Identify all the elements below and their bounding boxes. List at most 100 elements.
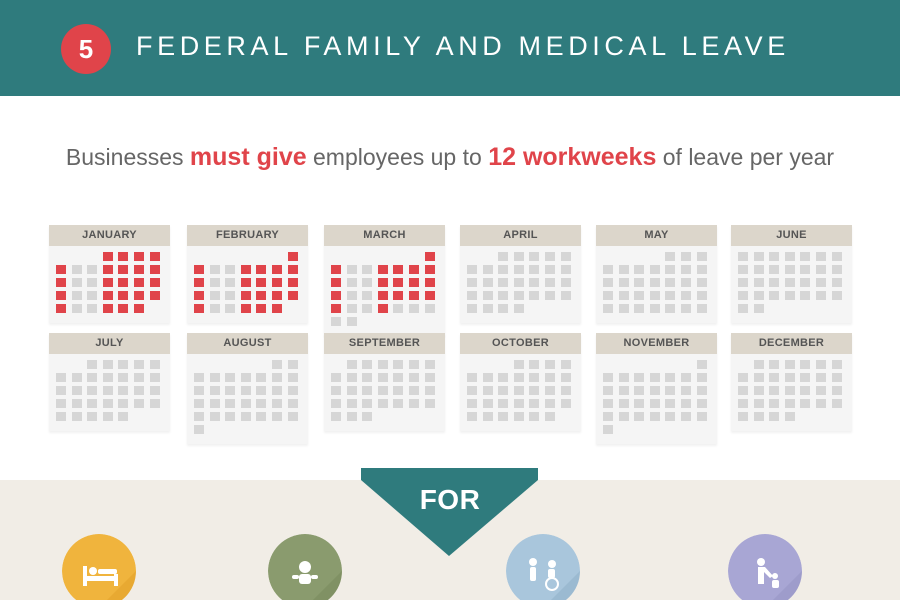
day-cell [560,278,571,287]
calendar-day-grid [596,246,717,323]
day-cell [377,399,388,408]
day-cell [467,265,477,274]
headline: Businesses must give employees up to 12 … [0,143,900,172]
leave-day-cell [134,252,144,261]
day-cell [738,278,748,287]
day-cell [209,399,220,408]
day-cell [738,399,748,408]
day-cell [102,399,113,408]
day-cell [665,412,676,421]
leave-day-cell [240,291,251,300]
leave-day-cell [134,304,144,313]
calendar-day-grid [187,354,308,444]
day-cell [225,386,236,395]
day-cell [362,412,373,421]
day-cell [513,278,524,287]
day-cell [513,386,524,395]
day-cell [71,304,82,313]
day-cell [498,265,509,274]
day-cell [618,291,629,300]
leave-day-cell [256,278,267,287]
day-cell [102,386,113,395]
day-cell [71,278,82,287]
day-cell [784,399,795,408]
day-cell [272,360,282,369]
day-cell [287,399,298,408]
calendar-month-label: MARCH [324,225,445,246]
day-cell [831,399,842,408]
leave-day-cell [194,291,204,300]
day-cell [56,386,66,395]
day-cell [346,278,357,287]
day-cell [816,291,826,300]
day-cell [56,412,66,421]
day-cell [482,291,493,300]
day-cell [362,304,373,313]
day-cell [240,412,251,421]
day-cell [377,386,388,395]
day-cell [603,291,613,300]
day-cell [194,386,204,395]
day-cell [545,399,555,408]
day-cell [467,291,477,300]
day-cell [467,304,477,313]
day-cell [816,265,826,274]
calendar-february: FEBRUARY [187,225,308,323]
calendar-april: APRIL [460,225,581,323]
day-cell [696,412,707,421]
day-cell [696,278,707,287]
day-cell [134,360,144,369]
day-cell [409,373,419,382]
day-cell [603,386,613,395]
day-cell [482,399,493,408]
day-cell [424,386,435,395]
day-cell [753,252,764,261]
reason-circle-newborn [268,534,342,600]
day-cell [87,265,98,274]
day-cell [618,386,629,395]
day-cell [545,412,555,421]
day-cell [769,360,780,369]
day-cell [800,399,811,408]
day-cell [513,252,524,261]
day-cell [769,399,780,408]
day-cell [831,386,842,395]
leave-day-cell [102,278,113,287]
day-cell [753,360,764,369]
leave-day-cell [149,252,160,261]
calendar-month-label: SEPTEMBER [324,333,445,354]
day-cell [331,412,341,421]
headline-text-1: Businesses [65,144,190,170]
day-cell [784,360,795,369]
leave-day-cell [102,304,113,313]
day-cell [240,399,251,408]
day-cell [545,386,555,395]
day-cell [272,373,282,382]
leave-day-cell [149,278,160,287]
day-cell [769,252,780,261]
day-cell [649,373,660,382]
calendar-day-grid [731,354,852,431]
leave-day-cell [272,265,282,274]
day-cell [513,265,524,274]
day-cell [225,265,236,274]
day-cell [681,386,691,395]
day-cell [545,373,555,382]
day-cell [529,291,540,300]
for-label: FOR [419,484,481,515]
day-cell [681,278,691,287]
leave-day-cell [102,265,113,274]
day-cell [87,304,98,313]
day-cell [272,386,282,395]
day-cell [467,278,477,287]
leave-day-cell [393,278,404,287]
day-cell [784,265,795,274]
day-cell [393,304,404,313]
leave-day-cell [134,265,144,274]
calendar-day-grid [49,246,170,323]
day-cell [346,386,357,395]
day-cell [560,291,571,300]
day-cell [209,265,220,274]
day-cell [696,304,707,313]
day-cell [482,265,493,274]
